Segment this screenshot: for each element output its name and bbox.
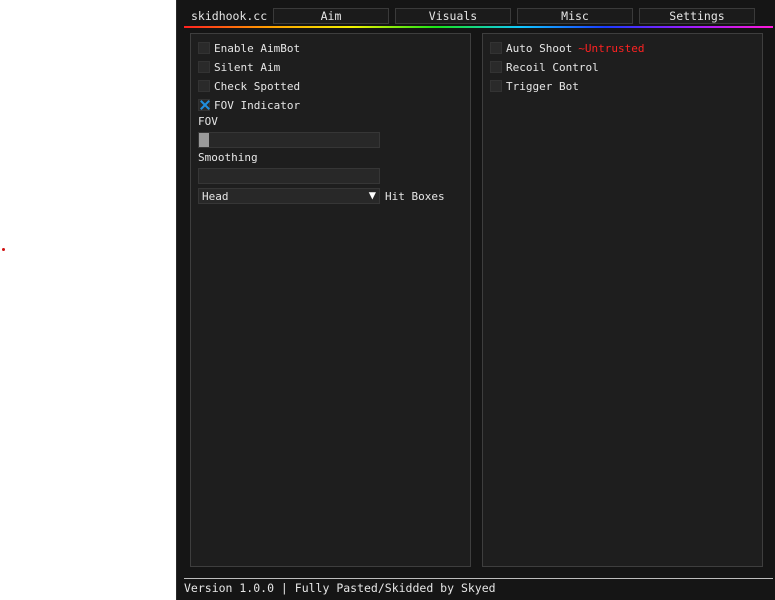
trigger-bot-label: Trigger Bot xyxy=(506,79,579,93)
footer-divider xyxy=(184,578,773,579)
fov-indicator-checkbox[interactable] xyxy=(198,99,210,111)
checkbox-row-auto-shoot[interactable]: Auto Shoot ~Untrusted xyxy=(490,41,644,55)
silent-aim-label: Silent Aim xyxy=(214,60,281,74)
auto-shoot-checkbox[interactable] xyxy=(490,42,502,54)
enable-aimbot-label: Enable AimBot xyxy=(214,41,301,55)
fov-slider-label: FOV xyxy=(198,115,218,128)
checkbox-row-fov-indicator[interactable]: FOV Indicator xyxy=(198,98,300,112)
recoil-control-checkbox[interactable] xyxy=(490,61,502,73)
tab-visuals[interactable]: Visuals xyxy=(395,8,511,24)
silent-aim-checkbox[interactable] xyxy=(198,61,210,73)
fov-slider-grab[interactable] xyxy=(199,133,209,147)
smoothing-slider-label: Smoothing xyxy=(198,151,258,164)
hitbox-dropdown[interactable]: Head ▼ xyxy=(198,188,380,204)
check-spotted-checkbox[interactable] xyxy=(198,80,210,92)
checkbox-row-recoil-control[interactable]: Recoil Control xyxy=(490,60,599,74)
checkbox-row-silent-aim[interactable]: Silent Aim xyxy=(198,60,280,74)
hitbox-selected-value: Head xyxy=(202,190,229,203)
tab-misc[interactable]: Misc xyxy=(517,8,633,24)
checkbox-row-enable-aimbot[interactable]: Enable AimBot xyxy=(198,41,300,55)
tab-aim[interactable]: Aim xyxy=(273,8,389,24)
app-title: skidhook.cc xyxy=(191,9,268,23)
fov-indicator-label: FOV Indicator xyxy=(214,98,301,112)
checkbox-row-check-spotted[interactable]: Check Spotted xyxy=(198,79,300,93)
checkbox-row-trigger-bot[interactable]: Trigger Bot xyxy=(490,79,579,93)
recoil-control-label: Recoil Control xyxy=(506,60,599,74)
fov-slider[interactable] xyxy=(198,132,380,148)
hitbox-label: Hit Boxes xyxy=(385,190,445,203)
tab-settings[interactable]: Settings xyxy=(639,8,755,24)
dropdown-arrow-icon: ▼ xyxy=(368,188,376,202)
tab-bar: Aim Visuals Misc Settings xyxy=(273,8,755,24)
aim-right-panel: Auto Shoot ~Untrusted Recoil Control Tri… xyxy=(482,33,763,567)
version-footer: Version 1.0.0 | Fully Pasted/Skidded by … xyxy=(184,581,496,595)
smoothing-slider[interactable] xyxy=(198,168,380,184)
check-spotted-label: Check Spotted xyxy=(214,79,301,93)
stray-dot xyxy=(2,248,5,251)
cheat-menu-window: skidhook.cc Aim Visuals Misc Settings En… xyxy=(176,0,775,600)
auto-shoot-label: Auto Shoot xyxy=(506,41,573,55)
trigger-bot-checkbox[interactable] xyxy=(490,80,502,92)
untrusted-warning: ~Untrusted xyxy=(578,41,645,55)
aim-left-panel: Enable AimBot Silent Aim Check Spotted F… xyxy=(190,33,471,567)
enable-aimbot-checkbox[interactable] xyxy=(198,42,210,54)
rainbow-separator xyxy=(184,26,773,28)
